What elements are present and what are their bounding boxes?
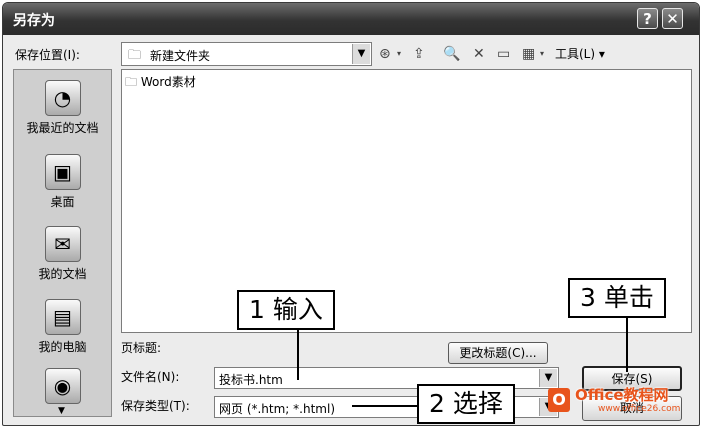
sidebar-item-label: 桌面 bbox=[50, 195, 75, 209]
back-dropdown-icon[interactable]: ▾ bbox=[397, 44, 401, 64]
save-as-dialog: 另存为 ? ✕ 保存位置(I): 🗀 新建文件夹 ▼ ⊛ ▾ ⇪ 🔍 ✕ ▭ ▦… bbox=[2, 2, 700, 426]
sidebar-item-my-documents[interactable]: ✉ 我的文档 bbox=[14, 226, 111, 282]
title-bar: 另存为 ? ✕ bbox=[3, 3, 699, 35]
callout-input: 1 输入 bbox=[237, 290, 335, 330]
close-button[interactable]: ✕ bbox=[662, 8, 683, 29]
change-title-button[interactable]: 更改标题(C)... bbox=[448, 342, 548, 364]
chevron-down-icon[interactable]: ▼ bbox=[352, 44, 370, 64]
office-logo-icon: O bbox=[548, 388, 570, 412]
save-location-label: 保存位置(I): bbox=[15, 48, 80, 62]
tools-menu-label: 工具(L) bbox=[555, 47, 596, 61]
scroll-down-icon[interactable]: ▼ bbox=[58, 406, 65, 416]
delete-icon[interactable]: ✕ bbox=[473, 44, 485, 64]
sidebar-item-label: 我的文档 bbox=[38, 267, 87, 281]
back-icon[interactable]: ⊛ bbox=[379, 44, 391, 64]
my-documents-icon: ✉ bbox=[44, 226, 81, 262]
list-item[interactable]: 🗀 Word素材 bbox=[125, 73, 196, 94]
watermark-url: www.office26.com bbox=[598, 404, 681, 414]
views-dropdown-icon[interactable]: ▾ bbox=[540, 44, 544, 64]
file-type-label: 保存类型(T): bbox=[121, 399, 190, 413]
folder-icon: 🗀 bbox=[125, 75, 138, 89]
save-location-value: 新建文件夹 bbox=[150, 49, 211, 63]
sidebar-item-network[interactable]: ◉ bbox=[14, 368, 111, 404]
network-places-icon: ◉ bbox=[44, 368, 81, 404]
file-name: Word素材 bbox=[140, 75, 196, 89]
sidebar-item-desktop[interactable]: ▣ 桌面 bbox=[14, 154, 111, 210]
watermark-brand: Office教程网 bbox=[575, 386, 669, 404]
new-folder-icon[interactable]: ▭ bbox=[497, 44, 510, 64]
file-type-value: 网页 (*.htm; *.html) bbox=[219, 402, 335, 416]
dialog-title: 另存为 bbox=[13, 13, 55, 29]
watermark-logo: O Office教程网 www.office26.com bbox=[548, 382, 700, 422]
sidebar-item-label: 我最近的文档 bbox=[26, 121, 99, 135]
tools-menu[interactable]: 工具(L) ▾ bbox=[555, 44, 605, 64]
my-computer-icon: ▤ bbox=[44, 299, 81, 335]
recent-documents-icon: ◔ bbox=[44, 80, 81, 116]
places-bar: ◔ 我最近的文档 ▣ 桌面 ✉ 我的文档 ▤ 我的电脑 ◉ ▼ bbox=[13, 69, 112, 417]
sidebar-item-my-computer[interactable]: ▤ 我的电脑 bbox=[14, 299, 111, 355]
callout-click: 3 单击 bbox=[568, 278, 666, 318]
file-name-value: 投标书.htm bbox=[219, 373, 283, 387]
callout-click-leader bbox=[626, 318, 628, 372]
desktop-icon: ▣ bbox=[44, 154, 81, 190]
help-button[interactable]: ? bbox=[637, 8, 658, 29]
save-location-combo[interactable]: 🗀 新建文件夹 ▼ bbox=[121, 42, 372, 66]
sidebar-item-recent[interactable]: ◔ 我最近的文档 bbox=[14, 80, 111, 136]
folder-icon: 🗀 bbox=[128, 48, 142, 63]
callout-input-leader bbox=[297, 330, 299, 380]
sidebar-item-label: 我的电脑 bbox=[38, 340, 87, 354]
file-name-label: 文件名(N): bbox=[121, 370, 180, 384]
search-web-icon[interactable]: 🔍 bbox=[443, 44, 460, 64]
callout-select: 2 选择 bbox=[417, 384, 515, 424]
views-icon[interactable]: ▦ bbox=[522, 44, 535, 64]
callout-select-leader bbox=[352, 405, 418, 407]
up-folder-icon[interactable]: ⇪ bbox=[413, 44, 425, 64]
page-title-label: 页标题: bbox=[121, 341, 162, 355]
